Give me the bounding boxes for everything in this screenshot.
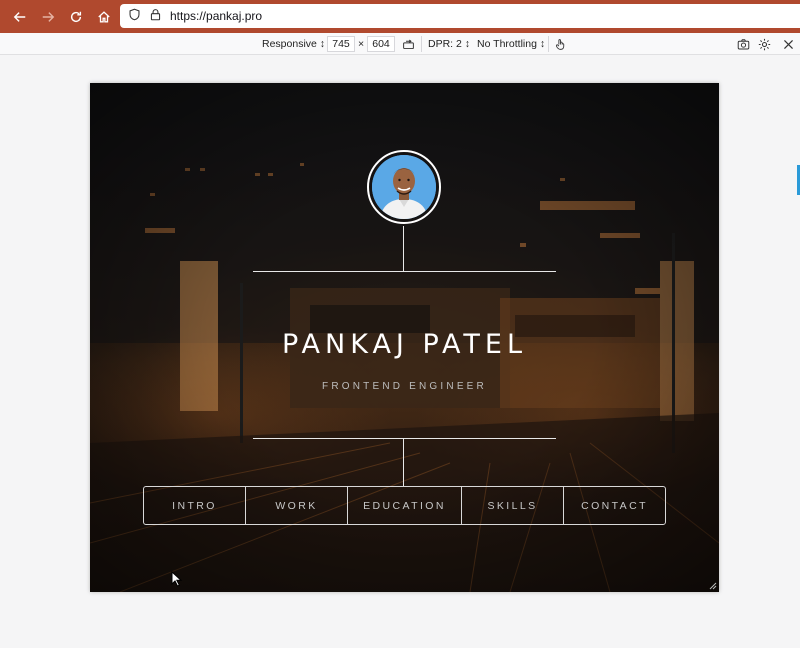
divider-bottom [253,438,556,439]
viewport-width-input[interactable]: 745 [327,36,355,52]
connector-line [403,438,404,486]
person-portrait-icon [372,155,436,219]
device-selector[interactable]: Responsive ↕ [262,36,325,52]
page-viewport: PANKAJ PATEL FRONTEND ENGINEER INTRO WOR… [90,83,719,592]
throttling-selector[interactable]: No Throttling ↕ [477,36,545,52]
url-text[interactable]: https://pankaj.pro [170,9,262,23]
url-bar[interactable]: https://pankaj.pro [120,4,800,28]
settings-icon[interactable] [756,36,772,52]
nav-item-skills[interactable]: SKILLS [462,487,564,524]
close-icon[interactable] [780,36,796,52]
resize-handle-icon[interactable] [709,582,717,590]
viewport-height-input[interactable]: 604 [367,36,395,52]
back-icon[interactable] [8,5,32,29]
dimension-separator: × [358,38,365,50]
profile-avatar [367,150,441,224]
mouse-cursor-icon [171,571,183,587]
nav-item-education[interactable]: EDUCATION [348,487,462,524]
main-nav: INTRO WORK EDUCATION SKILLS CONTACT [143,486,666,525]
forward-icon[interactable] [36,5,60,29]
nav-item-intro[interactable]: INTRO [144,487,246,524]
reload-icon[interactable] [64,5,88,29]
page-title: PANKAJ PATEL [282,329,527,360]
screenshot-icon[interactable] [735,36,751,52]
nav-item-work[interactable]: WORK [246,487,348,524]
subtitle: FRONTEND ENGINEER [322,381,487,392]
divider-top [253,271,556,272]
home-icon[interactable] [92,5,116,29]
rotate-icon[interactable] [400,36,416,52]
lock-icon[interactable] [149,8,162,24]
responsive-toolbar: Responsive ↕ 745 × 604 DPR: 2 ↕ No Throt… [0,33,800,55]
nav-item-contact[interactable]: CONTACT [564,487,665,524]
dpr-selector[interactable]: DPR: 2 ↕ [428,36,470,52]
browser-toolbar: https://pankaj.pro [0,0,800,33]
touch-simulation-icon[interactable] [552,36,568,52]
shield-icon[interactable] [128,8,141,24]
connector-line [403,226,404,271]
